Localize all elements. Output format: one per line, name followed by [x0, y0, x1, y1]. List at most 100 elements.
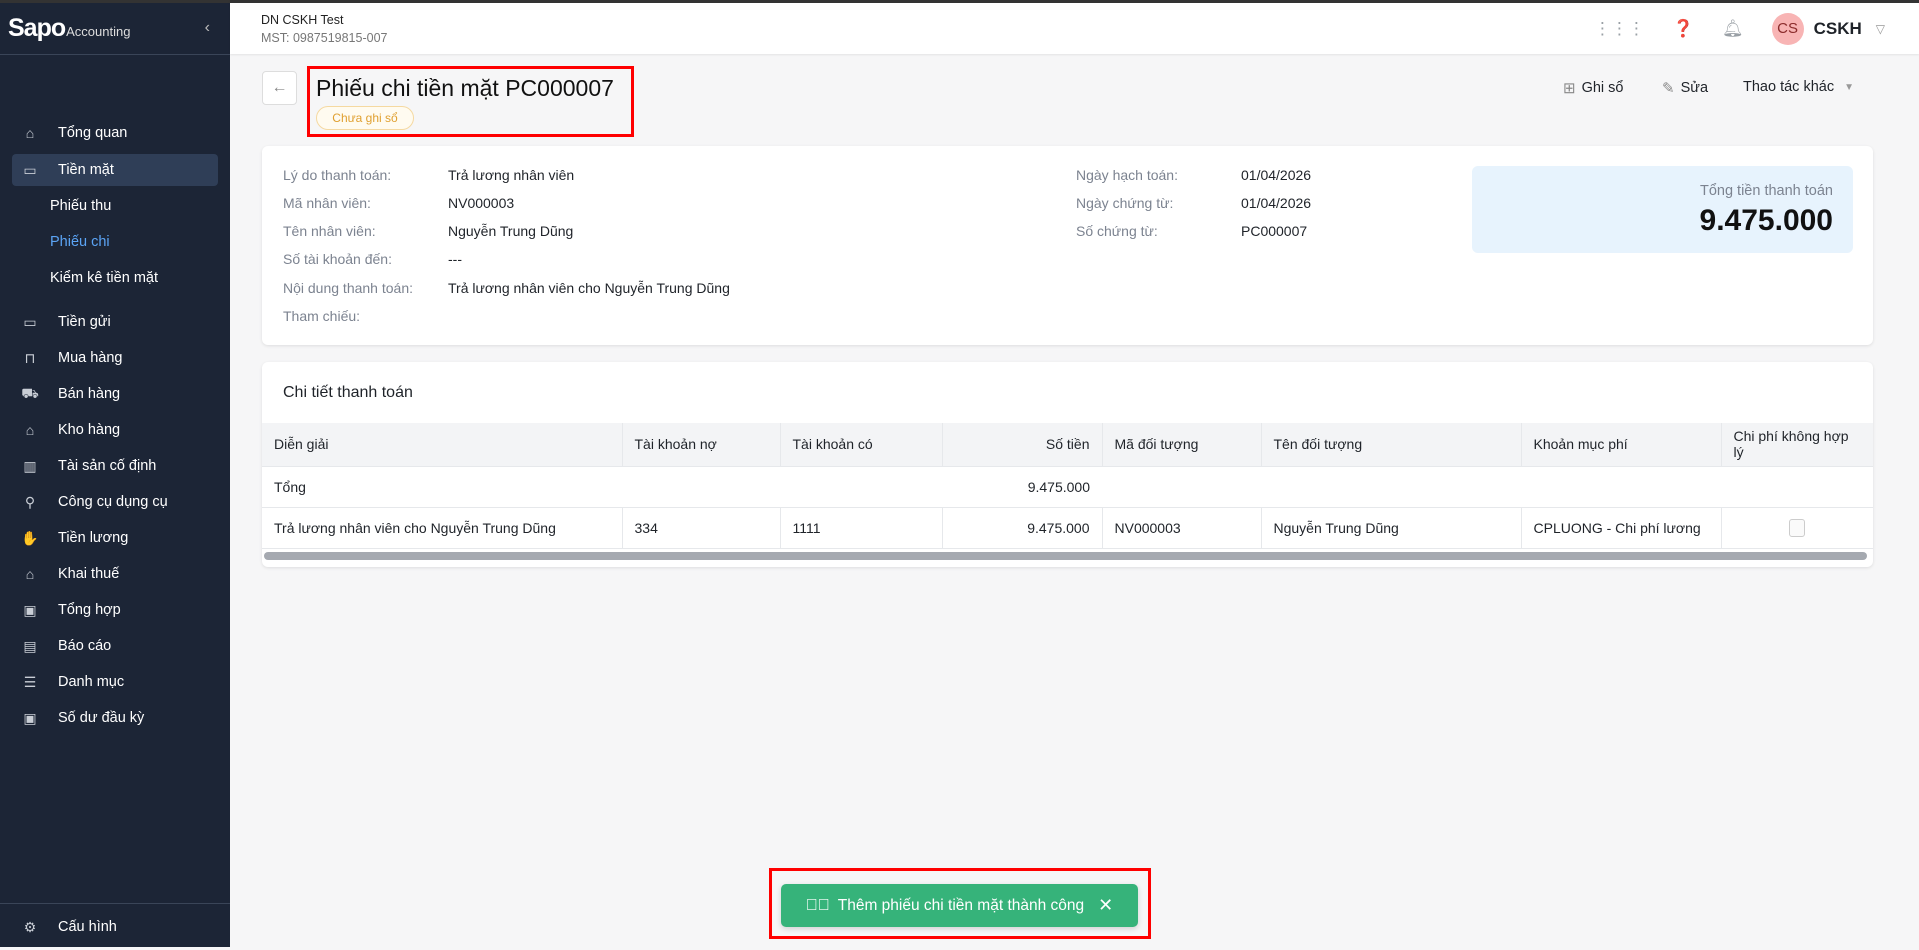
info-label: Tên nhân viên: — [283, 223, 376, 239]
arrow-left-icon: ← — [271, 79, 288, 96]
close-icon[interactable]: ✕ — [1098, 895, 1113, 916]
horizontal-scrollbar[interactable] — [264, 552, 1867, 560]
sidebar-item-label: Mua hàng — [58, 350, 123, 366]
sidebar-item-label: Báo cáo — [58, 638, 112, 654]
column-header: Tài khoản nợ — [622, 423, 781, 467]
company-name: DN CSKH Test — [261, 13, 344, 27]
sidebar-item-khai-thue[interactable]: ⌂ Khai thuế — [12, 558, 218, 590]
total-value: 9.475.000 — [1699, 204, 1833, 237]
sidebar-item-label: Cấu hình — [58, 919, 117, 935]
sidebar-item-so-du[interactable]: ▣ Số dư đầu kỳ — [12, 702, 218, 734]
sidebar-item-tien-gui[interactable]: ▭ Tiền gửi — [12, 306, 218, 338]
cell-amount: 9.475.000 — [942, 507, 1103, 549]
warehouse-icon: ⌂ — [25, 422, 35, 438]
sidebar-item-danh-muc[interactable]: ☰ Danh mục — [12, 666, 218, 698]
details-table: Diễn giải Tài khoản nợ Tài khoản có Số t… — [262, 423, 1873, 549]
edit-button[interactable]: ✎ Sửa — [1662, 79, 1708, 97]
info-value: NV000003 — [448, 195, 515, 211]
apps-grid-icon[interactable]: ⋮⋮⋮ — [1594, 19, 1645, 39]
help-icon[interactable]: ❓ — [1673, 19, 1694, 39]
sidebar-item-tong-hop[interactable]: ▣ Tổng hợp — [12, 594, 218, 626]
pencil-icon: ✎ — [1662, 80, 1675, 97]
sidebar-item-kho-hang[interactable]: ⌂ Kho hàng — [12, 414, 218, 446]
sum-row: Tổng 9.475.000 — [262, 466, 1873, 508]
post-label: Ghi sổ — [1581, 80, 1624, 96]
success-toast: ✓⃝ Thêm phiếu chi tiền mặt thành công ✕ — [781, 884, 1138, 927]
unreasonable-cost-checkbox[interactable] — [1789, 518, 1805, 537]
card-icon: ▭ — [23, 313, 37, 330]
sum-label: Tổng — [262, 466, 622, 508]
highlight-box — [307, 66, 634, 137]
post-button[interactable]: ⊞ Ghi sổ — [1563, 79, 1624, 97]
more-actions-dropdown[interactable]: Thao tác khác ▼ — [1743, 79, 1854, 95]
avatar[interactable]: CS — [1771, 12, 1804, 45]
tool-icon: ⚲ — [24, 493, 36, 510]
sidebar-item-cau-hinh[interactable]: ⚙ Cấu hình — [12, 911, 218, 943]
sidebar-item-tong-quan[interactable]: ⌂ Tổng quan — [12, 117, 218, 149]
sidebar-item-mua-hang[interactable]: ⊓ Mua hàng — [12, 342, 218, 374]
file-plus-icon: ⊞ — [1563, 80, 1576, 97]
info-label: Số chứng từ: — [1076, 223, 1158, 239]
cart-icon: ⛟ — [21, 384, 39, 401]
table-row: Trả lương nhân viên cho Nguyễn Trung Dũn… — [262, 507, 1873, 549]
collapse-sidebar-icon[interactable]: ‹ — [205, 19, 210, 37]
sidebar-item-tien-luong[interactable]: ✋ Tiền lương — [12, 522, 218, 554]
info-value: 01/04/2026 — [1241, 195, 1312, 211]
info-value: --- — [448, 251, 462, 267]
back-button[interactable]: ← — [262, 71, 297, 105]
sidebar-subitem-phieu-chi[interactable]: Phiếu chi — [50, 234, 110, 250]
total-label: Tổng tiền thanh toán — [1699, 183, 1833, 199]
sidebar-footer: ⚙ Cấu hình — [0, 903, 230, 950]
gear-icon: ⚙ — [23, 918, 37, 935]
column-header: Diễn giải — [262, 423, 623, 467]
sidebar-subitem-phieu-thu[interactable]: Phiếu thu — [50, 198, 111, 214]
sidebar-item-label: Tổng quan — [58, 125, 128, 141]
column-header: Khoản mục phí — [1521, 423, 1722, 467]
sidebar-item-label: Danh mục — [58, 674, 125, 690]
list-icon: ☰ — [23, 673, 37, 690]
bell-icon[interactable]: 🔔︎ — [1722, 19, 1744, 39]
table-header-row: Diễn giải Tài khoản nợ Tài khoản có Số t… — [262, 423, 1873, 467]
user-name[interactable]: CSKH — [1814, 19, 1862, 39]
info-label: Ngày hạch toán: — [1076, 167, 1178, 183]
cell-debit-account: 334 — [622, 507, 781, 549]
logo-text: Sapo — [8, 14, 66, 42]
home-icon: ⌂ — [25, 125, 35, 141]
cell-unreasonable-cost — [1721, 507, 1873, 549]
sum-amount: 9.475.000 — [942, 466, 1102, 508]
chevron-down-icon[interactable]: ▽ — [1876, 22, 1885, 36]
sidebar: Sapo Accounting ‹ ⌂ Tổng quan ▭ Tiền mặt P… — [0, 0, 230, 947]
cell-object-name: Nguyễn Trung Dũng — [1261, 507, 1522, 549]
column-header: Số tiền — [942, 423, 1103, 467]
ledger-icon: ▣ — [23, 601, 37, 618]
section-title: Chi tiết thanh toán — [283, 384, 413, 401]
sidebar-subitem-kiem-ke[interactable]: Kiểm kê tiền mặt — [50, 270, 158, 286]
cell-expense-item: CPLUONG - Chi phí lương — [1521, 507, 1722, 549]
logo[interactable]: Sapo Accounting ‹ — [0, 3, 230, 55]
column-header: Tên đối tượng — [1261, 423, 1522, 467]
info-value: PC000007 — [1241, 223, 1308, 239]
info-value: Trả lương nhân viên cho Nguyễn Trung Dũn… — [448, 280, 730, 296]
info-label: Nội dung thanh toán: — [283, 280, 413, 296]
sidebar-item-label: Công cụ dụng cụ — [58, 494, 168, 510]
sidebar-item-bao-cao[interactable]: ▤ Báo cáo — [12, 630, 218, 662]
info-label: Mã nhân viên: — [283, 195, 371, 211]
sidebar-item-label: Kho hàng — [58, 422, 121, 438]
tax-id: MST: 0987519815-007 — [261, 31, 388, 45]
sidebar-item-label: Tổng hợp — [58, 602, 121, 618]
sidebar-item-tai-san[interactable]: ▥ Tài sản cố định — [12, 450, 218, 482]
more-label: Thao tác khác — [1743, 79, 1835, 95]
info-card: Lý do thanh toán: Trả lương nhân viên Mã … — [262, 146, 1873, 345]
sidebar-item-label: Số dư đầu kỳ — [58, 710, 145, 726]
sidebar-item-ban-hang[interactable]: ⛟ Bán hàng — [12, 378, 218, 410]
sidebar-item-tien-mat[interactable]: ▭ Tiền mặt — [12, 154, 218, 186]
sidebar-item-cong-cu[interactable]: ⚲ Công cụ dụng cụ — [12, 486, 218, 518]
column-header: Mã đối tượng — [1102, 423, 1262, 467]
cash-icon: ▭ — [23, 161, 37, 178]
info-value: Nguyễn Trung Dũng — [448, 223, 574, 239]
cell-object-code: NV000003 — [1102, 507, 1262, 549]
total-payment-box: Tổng tiền thanh toán 9.475.000 — [1472, 166, 1853, 253]
bank-icon: ⌂ — [25, 566, 35, 582]
info-label: Tham chiếu: — [283, 308, 361, 324]
edit-label: Sửa — [1680, 80, 1709, 96]
